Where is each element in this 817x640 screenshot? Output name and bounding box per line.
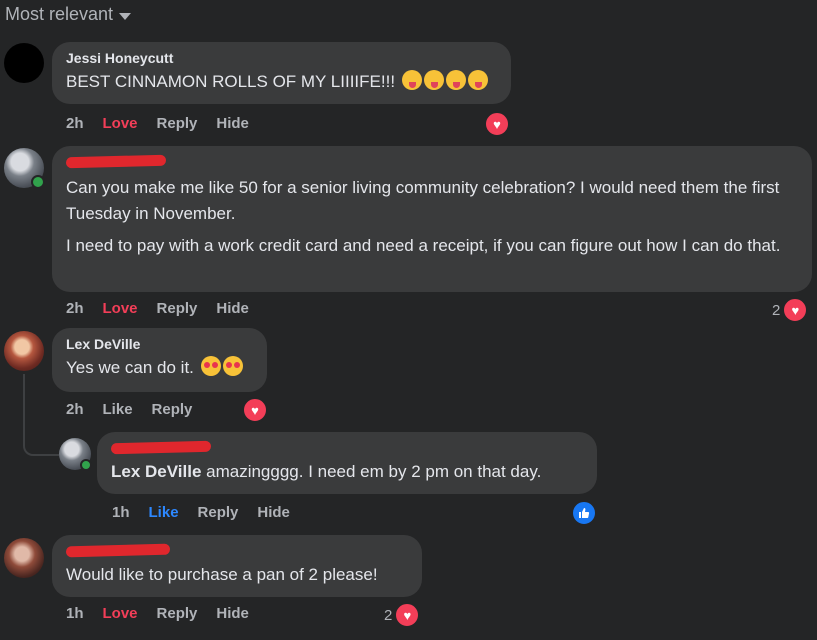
heart-reaction-icon: ♥ xyxy=(242,397,268,423)
comment-actions: 2h Love Reply Hide xyxy=(66,300,249,317)
avatar[interactable] xyxy=(4,331,44,371)
face-with-tongue-emoji xyxy=(445,70,466,90)
heart-reaction-icon: ♥ xyxy=(394,602,421,628)
reply-button[interactable]: Reply xyxy=(198,504,239,521)
sort-dropdown[interactable]: Most relevant xyxy=(5,4,132,25)
hide-button[interactable]: Hide xyxy=(216,300,249,317)
comment-paragraph: Can you make me like 50 for a senior liv… xyxy=(66,178,780,223)
comment-bubble: Can you make me like 50 for a senior liv… xyxy=(52,146,812,292)
comment-time[interactable]: 1h xyxy=(112,504,130,521)
heart-reaction-icon: ♥ xyxy=(782,297,809,323)
smiling-face-with-hearts-emoji xyxy=(222,356,243,376)
redaction-mark xyxy=(65,154,167,169)
thumbs-up-reaction-icon xyxy=(571,500,597,526)
comment-author[interactable] xyxy=(65,154,798,174)
online-status-indicator xyxy=(31,175,45,189)
comment-actions: 1h Love Reply Hide xyxy=(66,605,249,622)
comment-text: Would like to purchase a pan of 2 please… xyxy=(66,565,378,584)
reaction-count: 2 xyxy=(384,606,393,624)
chevron-down-icon xyxy=(119,12,132,20)
sort-label: Most relevant xyxy=(5,4,114,24)
reaction-summary[interactable] xyxy=(571,500,597,526)
comment-author[interactable]: Jessi Honeycutt xyxy=(66,50,497,66)
online-status-indicator xyxy=(80,459,92,471)
smiling-face-with-hearts-emoji xyxy=(200,356,221,376)
hide-button[interactable]: Hide xyxy=(216,115,249,132)
reply-button[interactable]: Reply xyxy=(152,401,193,418)
comment-bubble: Lex DeVille amazingggg. I need em by 2 p… xyxy=(97,432,597,494)
comment-time[interactable]: 1h xyxy=(66,605,84,622)
comment-text: Lex DeVille amazingggg. I need em by 2 p… xyxy=(111,462,542,481)
hide-button[interactable]: Hide xyxy=(216,605,249,622)
reaction-summary[interactable]: 2 ♥ xyxy=(772,297,809,323)
comment-paragraph: I need to pay with a work credit card an… xyxy=(66,236,781,255)
comment-text: BEST CINNAMON ROLLS OF MY LIIIIFE!!! xyxy=(66,69,497,95)
comment-actions: 1h Like Reply Hide xyxy=(112,504,290,521)
mention-link[interactable]: Lex DeVille xyxy=(111,462,201,481)
comment-time[interactable]: 2h xyxy=(66,401,84,418)
comment-author[interactable] xyxy=(65,543,408,563)
like-button[interactable]: Like xyxy=(103,401,133,418)
comment-actions: 2h Like Reply xyxy=(66,401,192,418)
redaction-mark xyxy=(65,543,171,558)
reply-button[interactable]: Reply xyxy=(157,605,198,622)
reaction-count: 2 xyxy=(772,301,781,319)
comment-author[interactable] xyxy=(110,440,583,460)
heart-reaction-icon: ♥ xyxy=(484,111,510,137)
reaction-summary[interactable]: ♥ xyxy=(484,111,510,137)
comment-bubble: Lex DeVille Yes we can do it. xyxy=(52,328,267,392)
love-button[interactable]: Love xyxy=(103,300,138,317)
hide-button[interactable]: Hide xyxy=(257,504,290,521)
love-button[interactable]: Love xyxy=(103,605,138,622)
face-with-tongue-emoji xyxy=(467,70,488,90)
love-button[interactable]: Love xyxy=(103,115,138,132)
comment-bubble: Would like to purchase a pan of 2 please… xyxy=(52,535,422,597)
reply-button[interactable]: Reply xyxy=(157,115,198,132)
comment-bubble: Jessi Honeycutt BEST CINNAMON ROLLS OF M… xyxy=(52,42,511,104)
face-with-tongue-emoji xyxy=(401,70,422,90)
reaction-summary[interactable]: ♥ xyxy=(242,397,268,423)
comment-time[interactable]: 2h xyxy=(66,115,84,132)
avatar[interactable] xyxy=(4,43,44,83)
reaction-summary[interactable]: 2 ♥ xyxy=(384,602,421,628)
comment-actions: 2h Love Reply Hide xyxy=(66,115,249,132)
like-button[interactable]: Like xyxy=(149,504,179,521)
comment-text: Can you make me like 50 for a senior liv… xyxy=(66,175,798,259)
avatar[interactable] xyxy=(4,538,44,578)
comment-author[interactable]: Lex DeVille xyxy=(66,336,253,352)
comment-text: Yes we can do it. xyxy=(66,355,253,381)
reply-thread-line xyxy=(23,374,59,456)
redaction-mark xyxy=(110,440,212,455)
face-with-tongue-emoji xyxy=(423,70,444,90)
reply-button[interactable]: Reply xyxy=(157,300,198,317)
comment-time[interactable]: 2h xyxy=(66,300,84,317)
